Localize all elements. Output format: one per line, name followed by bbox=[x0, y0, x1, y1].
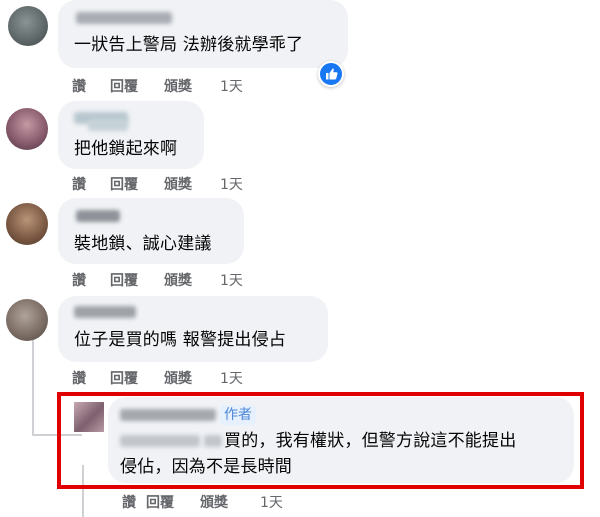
like-button[interactable]: 讚 bbox=[72, 270, 86, 290]
like-button[interactable]: 讚 bbox=[72, 174, 86, 194]
timestamp[interactable]: 1天 bbox=[220, 270, 243, 290]
avatar[interactable] bbox=[74, 402, 104, 432]
commenter-name[interactable] bbox=[76, 210, 120, 222]
mention-tag[interactable] bbox=[120, 435, 200, 447]
reply-button[interactable]: 回覆 bbox=[110, 76, 138, 96]
comment-bubble: 裝地鎖、誠心建議 bbox=[58, 198, 244, 264]
author-name[interactable] bbox=[120, 409, 216, 421]
reply-actions: 讚 回覆 頒獎 1天 bbox=[122, 492, 322, 512]
award-button[interactable]: 頒獎 bbox=[200, 492, 228, 512]
author-badge: 作者 bbox=[220, 405, 256, 425]
reply-text: 侵佔，因為不是長時間 bbox=[120, 457, 292, 477]
timestamp[interactable]: 1天 bbox=[220, 174, 243, 194]
comment-bubble: 位子是買的嗎 報警提出侵占 bbox=[58, 296, 328, 362]
award-button[interactable]: 頒獎 bbox=[164, 270, 192, 290]
comment-text: 把他鎖起來啊 bbox=[74, 139, 178, 159]
reply-bubble: 作者 買的，我有權狀，但警方說這不能提出 侵佔，因為不是長時間 bbox=[108, 397, 574, 483]
award-button[interactable]: 頒獎 bbox=[164, 368, 192, 388]
like-button[interactable]: 讚 bbox=[72, 76, 86, 96]
reply-button[interactable]: 回覆 bbox=[146, 492, 174, 512]
award-button[interactable]: 頒獎 bbox=[164, 76, 192, 96]
commenter-name[interactable] bbox=[74, 306, 136, 318]
comment-bubble: 一狀告上警局 法辦後就學乖了 bbox=[58, 0, 348, 68]
timestamp[interactable]: 1天 bbox=[220, 368, 243, 388]
commenter-name[interactable] bbox=[88, 119, 128, 131]
reply-text: 買的，我有權狀，但警方說這不能提出 bbox=[224, 431, 517, 451]
timestamp[interactable]: 1天 bbox=[220, 76, 243, 96]
avatar[interactable] bbox=[6, 108, 48, 150]
commenter-name[interactable] bbox=[76, 12, 172, 24]
thumbs-up-icon bbox=[326, 68, 338, 80]
timestamp[interactable]: 1天 bbox=[260, 492, 283, 512]
comment-actions: 讚 回覆 頒獎 1天 bbox=[72, 76, 272, 96]
comment-text: 位子是買的嗎 報警提出侵占 bbox=[74, 330, 287, 350]
avatar[interactable] bbox=[6, 203, 48, 245]
like-button[interactable]: 讚 bbox=[72, 368, 86, 388]
comment-actions: 讚 回覆 頒獎 1天 bbox=[72, 174, 272, 194]
avatar[interactable] bbox=[6, 299, 48, 341]
like-button[interactable]: 讚 bbox=[122, 492, 136, 512]
reply-button[interactable]: 回覆 bbox=[110, 368, 138, 388]
comment-text: 一狀告上警局 法辦後就學乖了 bbox=[74, 35, 304, 55]
thread-line bbox=[32, 336, 34, 436]
comment-actions: 讚 回覆 頒獎 1天 bbox=[72, 368, 272, 388]
comment-actions: 讚 回覆 頒獎 1天 bbox=[72, 270, 272, 290]
reply-button[interactable]: 回覆 bbox=[110, 270, 138, 290]
award-button[interactable]: 頒獎 bbox=[164, 174, 192, 194]
avatar[interactable] bbox=[8, 6, 48, 46]
mention-tag[interactable] bbox=[204, 435, 222, 447]
like-reaction-icon[interactable] bbox=[318, 61, 344, 87]
comment-bubble: 把他鎖起來啊 bbox=[58, 101, 204, 169]
reply-button[interactable]: 回覆 bbox=[110, 174, 138, 194]
comment-text: 裝地鎖、誠心建議 bbox=[74, 234, 212, 254]
